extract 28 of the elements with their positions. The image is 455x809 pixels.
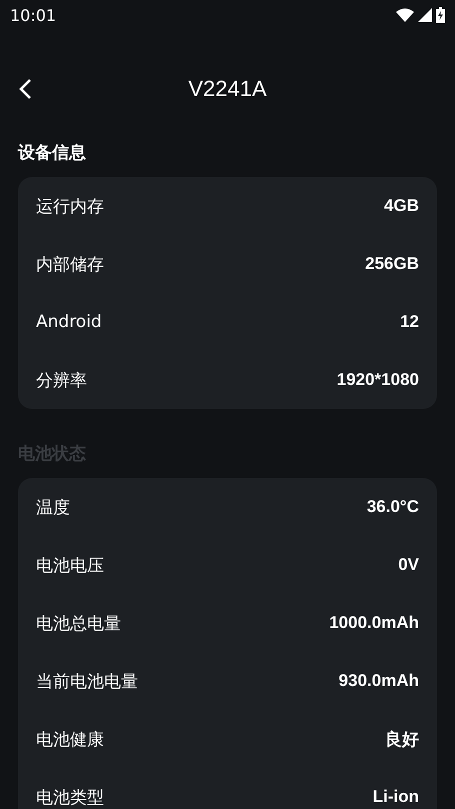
row-label: 电池健康 [36,728,104,750]
row-value: 良好 [385,728,419,750]
row-value: Li-ion [372,787,419,807]
row-value: 12 [400,312,419,332]
row-value: 256GB [365,254,419,274]
row-label: 温度 [36,496,70,518]
wifi-icon [396,8,414,22]
row-value: 4GB [384,196,419,216]
row-label: 电池类型 [36,786,104,808]
row-value: 1000.0mAh [329,613,419,633]
row-label: Android [36,312,102,332]
row-value: 1920*1080 [336,370,419,390]
row-value: 930.0mAh [338,671,419,691]
signal-icon [418,8,432,22]
back-button[interactable] [18,78,32,100]
row-label: 分辨率 [36,370,87,392]
back-icon [18,78,32,100]
row-value: 0V [398,555,419,575]
row-label: 当前电池电量 [36,670,138,692]
page-title: V2241A [188,76,267,102]
row-label: 电池电压 [36,554,104,576]
row-label: 运行内存 [36,196,104,218]
row-label: 电池总电量 [36,612,121,634]
row-value: 36.0°C [366,497,419,517]
section-title: 设备信息 [18,142,87,165]
row-label: 内部储存 [36,254,104,276]
status-time: 10:01 [10,6,56,24]
battery-charging-icon [436,7,445,23]
